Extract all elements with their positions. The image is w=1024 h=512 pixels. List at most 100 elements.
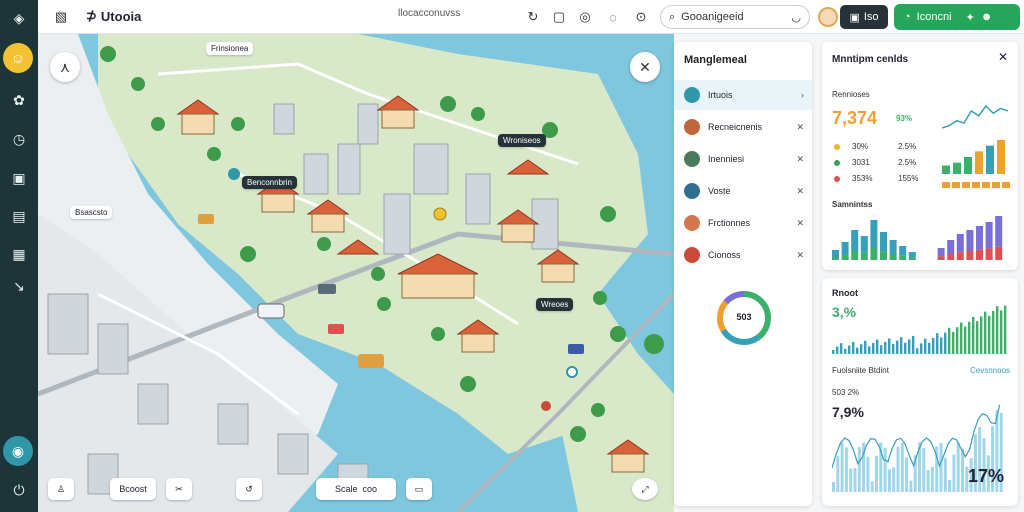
report-bar <box>884 341 887 354</box>
search-field[interactable]: ⌕ ◡ <box>660 5 810 29</box>
report-bar <box>916 348 919 354</box>
report-sub-link[interactable]: Cevsnnoos <box>970 366 1010 375</box>
compass-icon[interactable]: ⋏ <box>50 52 80 82</box>
app-title-text: Utooia <box>100 8 142 24</box>
management-item[interactable]: Inenniesi ✕ <box>674 144 812 174</box>
area-bar <box>896 446 900 492</box>
item-avatar-icon <box>684 119 700 135</box>
report-card: Rnoot 3,% Fuolsniite Btdint Cevsnnoos 50… <box>822 278 1018 506</box>
report-bar <box>972 317 975 354</box>
area-bar <box>875 455 878 492</box>
report-bar <box>900 337 903 354</box>
pedestrian-icon[interactable]: ♙ <box>48 478 74 500</box>
map-label[interactable]: Wroniseos <box>498 134 546 147</box>
close-icon[interactable]: ✕ <box>796 250 804 261</box>
city-map[interactable]: Frinsionea Wroniseos Bsascsto Benconnbri… <box>38 34 674 512</box>
stacked-bar-base <box>860 252 868 260</box>
map-label[interactable]: Bsascsto <box>70 206 113 219</box>
report-bar <box>856 347 859 354</box>
report-sub-label: Fuolsniite Btdint <box>832 366 889 375</box>
close-icon[interactable]: ✕ <box>796 218 804 229</box>
stacked-bar-base <box>880 251 887 260</box>
document-icon[interactable]: ▢ <box>550 8 568 26</box>
area-bar <box>930 466 934 492</box>
big-number: 7,374 <box>832 108 878 128</box>
profile-icon[interactable]: ☺ <box>3 43 33 73</box>
arrow-icon[interactable]: ↘ <box>7 274 31 298</box>
assistant-icon[interactable]: ◉ <box>3 436 33 466</box>
close-icon[interactable]: ✕ <box>630 52 660 82</box>
clock-icon[interactable]: ◷ <box>7 127 31 151</box>
layers-icon[interactable]: ▭ <box>406 478 432 500</box>
management-item[interactable]: Voste ✕ <box>674 176 812 206</box>
map-canvas <box>38 34 674 512</box>
area-bar <box>956 442 960 492</box>
metric-b: 155% <box>898 174 919 183</box>
left-rail: ◈ ☺ ✿ ◷ ▣ ▤ ▦ ↘ ◉ ⏻ <box>0 0 38 512</box>
area-bar <box>948 479 952 492</box>
chart-icon[interactable]: ▤ <box>7 204 31 228</box>
report-bar <box>996 306 999 354</box>
area-bar <box>844 447 848 492</box>
report-bar <box>888 338 891 354</box>
tools-icon[interactable]: ✂ <box>166 478 192 500</box>
close-icon[interactable]: ✕ <box>998 50 1008 64</box>
mini-bar <box>964 157 972 174</box>
stacked-bar <box>832 250 839 257</box>
management-item[interactable]: Irtuois › <box>674 80 812 110</box>
stacked-bar <box>966 230 974 251</box>
avatar[interactable] <box>818 7 838 27</box>
map-tool-button[interactable]: Bcoost <box>110 478 156 500</box>
comment-icon[interactable]: ◌ <box>604 8 622 26</box>
stacked-bar-base <box>995 246 1003 260</box>
stacked-bar <box>995 216 1003 247</box>
building-icon[interactable]: ▦ <box>7 242 31 266</box>
management-item-label: Recneicnenis <box>708 122 763 132</box>
report-bar <box>852 342 855 354</box>
home-icon[interactable]: ◈ <box>7 6 31 30</box>
top-bar: ▧ ⊅Utooia llocacconuvss ↻ ▢ ◎ ◌ ⊙ ⌕ ◡ ▣I… <box>38 0 1024 34</box>
green-action-button[interactable]: ◔ Iconcni ✦ ☻ <box>894 4 1020 30</box>
expand-icon[interactable]: ⤢ <box>632 478 658 500</box>
management-item[interactable]: Cionoss ✕ <box>674 240 812 270</box>
mini-bar-chart <box>942 140 1005 174</box>
management-item-label: Cionoss <box>708 250 741 260</box>
search-input[interactable] <box>681 11 782 23</box>
settings-icon[interactable]: ◎ <box>576 8 594 26</box>
report-bar <box>860 344 863 354</box>
area-bar <box>909 480 913 492</box>
network-icon[interactable]: ✿ <box>7 88 31 112</box>
dark-action-button[interactable]: ▣ Iso <box>840 5 888 29</box>
item-avatar-icon <box>684 215 700 231</box>
progress-dashes <box>942 182 1012 188</box>
map-tool-button[interactable]: Scale coo <box>316 478 396 500</box>
stacked-bar <box>880 232 887 252</box>
chat-icon[interactable]: ▣ <box>7 166 31 190</box>
close-icon[interactable]: ✕ <box>796 154 804 165</box>
rotate-icon[interactable]: ↺ <box>236 478 262 500</box>
stacked-bar-base <box>908 257 916 260</box>
video-icon[interactable]: ⊙ <box>632 8 650 26</box>
stacked-bar-base <box>870 248 878 260</box>
area-bar <box>866 456 870 492</box>
management-item[interactable]: Recneicnenis ✕ <box>674 112 812 142</box>
management-item[interactable]: Frctionnes ✕ <box>674 208 812 238</box>
refresh-icon[interactable]: ↻ <box>524 8 542 26</box>
map-icon[interactable]: ▧ <box>52 8 70 26</box>
stacked-bar <box>937 248 945 257</box>
camera-icon: ▣ <box>849 11 860 24</box>
map-label[interactable]: Wreoes <box>536 298 574 311</box>
map-label[interactable]: Frinsionea <box>206 42 254 55</box>
report-big-number-3: 17% <box>968 466 1005 486</box>
mic-icon[interactable]: ◡ <box>791 11 801 24</box>
report-bar <box>876 339 879 354</box>
close-icon[interactable]: ✕ <box>796 122 804 133</box>
report-card-title: Rnoot <box>832 288 858 298</box>
chevron-right-icon[interactable]: › <box>801 90 804 100</box>
power-icon[interactable]: ⏻ <box>7 478 31 502</box>
report-bar <box>880 345 883 354</box>
stacked-bar <box>860 236 868 253</box>
management-item-label: Irtuois <box>708 90 733 100</box>
map-label[interactable]: Benconnbrin <box>242 176 297 189</box>
close-icon[interactable]: ✕ <box>796 186 804 197</box>
